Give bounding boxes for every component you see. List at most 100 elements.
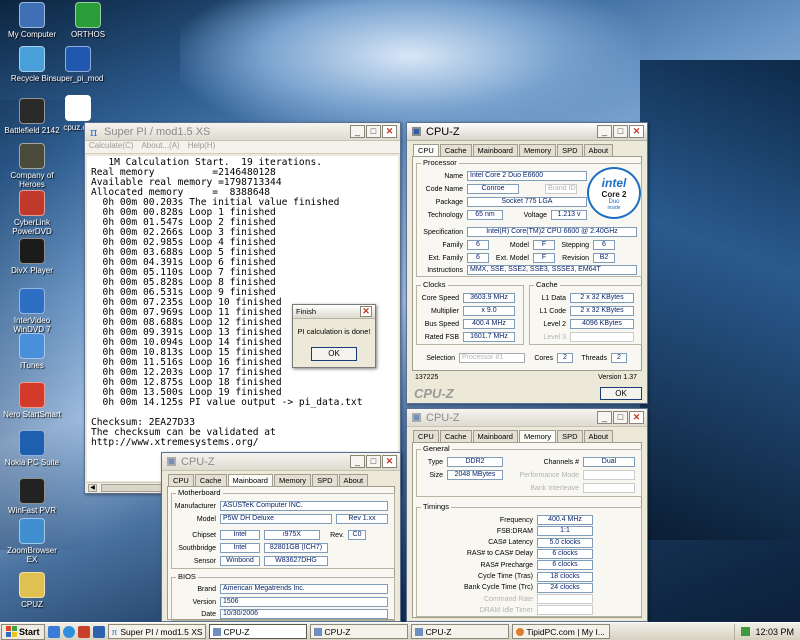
cpuz-memory-titlebar[interactable]: CPU-Z _ □ ✕: [407, 409, 647, 427]
minimize-button[interactable]: _: [350, 455, 365, 468]
specification-label: Specification: [423, 228, 463, 236]
tab-memory[interactable]: Memory: [518, 430, 557, 442]
bios-brand-label: Brand: [197, 585, 216, 593]
close-button[interactable]: ✕: [629, 411, 644, 424]
task-cpuz-1[interactable]: CPU-Z: [208, 624, 307, 639]
tab-memory[interactable]: Memory: [273, 474, 312, 486]
cpuz-cpu-titlebar[interactable]: CPU-Z _ □ ✕: [407, 123, 647, 141]
tab-about[interactable]: About: [583, 144, 614, 156]
close-button[interactable]: ✕: [382, 455, 397, 468]
messenger-icon[interactable]: [92, 625, 105, 638]
ie-icon[interactable]: [62, 625, 75, 638]
cpuz-cpu-window[interactable]: CPU-Z _ □ ✕ CPU Cache Mainboard Memory S…: [406, 122, 648, 404]
scroll-left-arrow-icon[interactable]: ◀: [88, 484, 97, 492]
model-value: F: [533, 240, 555, 250]
menu-help[interactable]: Help(H): [188, 141, 216, 153]
minimize-button[interactable]: _: [350, 125, 365, 138]
selection-dropdown[interactable]: Processor #1: [459, 353, 525, 363]
desktop-icon[interactable]: CyberLink PowerDVD: [2, 190, 62, 236]
show-desktop-icon[interactable]: [47, 625, 60, 638]
desktop-icon-label: WinFast PVR: [7, 506, 56, 515]
finish-titlebar[interactable]: Finish ✕: [293, 305, 375, 319]
cpuz-mainboard-tabs: CPU Cache Mainboard Memory SPD About: [162, 471, 400, 486]
timing-row: Command Rate: [417, 594, 593, 605]
desktop-icon-label: CyberLink PowerDVD: [12, 218, 52, 236]
tab-spd[interactable]: SPD: [312, 474, 338, 486]
maximize-button[interactable]: □: [366, 125, 381, 138]
tab-about[interactable]: About: [583, 430, 614, 442]
desktop-icon[interactable]: DivX Player: [2, 238, 62, 275]
desktop-icon[interactable]: Company of Heroes: [2, 143, 62, 189]
tab-cpu[interactable]: CPU: [168, 474, 194, 486]
tab-about[interactable]: About: [338, 474, 369, 486]
system-tray: 12:03 PM: [734, 623, 800, 640]
tab-mainboard[interactable]: Mainboard: [472, 430, 518, 442]
menu-about[interactable]: About...(A): [141, 141, 179, 153]
tab-cache[interactable]: Cache: [439, 430, 472, 442]
clock[interactable]: 12:03 PM: [755, 627, 794, 637]
cpuz-memory-window[interactable]: CPU-Z _ □ ✕ CPU Cache Mainboard Memory S…: [406, 408, 648, 622]
task-superpi[interactable]: π Super PI / mod1.5 XS: [107, 624, 206, 639]
extfamily-value: 6: [467, 253, 489, 263]
finish-ok-button[interactable]: OK: [311, 347, 357, 361]
task-cpuz-3[interactable]: CPU-Z: [410, 624, 509, 639]
voltage-label: Voltage: [523, 211, 547, 219]
tab-mainboard[interactable]: Mainboard: [472, 144, 518, 156]
taskbar: Start π Super PI / mod1.5 XS CPU-Z CPU-Z …: [0, 622, 800, 640]
level3-value: [570, 332, 634, 342]
desktop-icon[interactable]: Nero StartSmart: [2, 382, 62, 419]
revision-label: Revision: [562, 254, 589, 262]
tab-spd[interactable]: SPD: [557, 430, 583, 442]
brandid-label: Brand ID: [545, 184, 577, 194]
finish-close-button[interactable]: ✕: [360, 306, 372, 317]
bios-group-label: BIOS: [176, 572, 198, 581]
task-cpuz-2[interactable]: CPU-Z: [309, 624, 408, 639]
minimize-button[interactable]: _: [597, 411, 612, 424]
desktop-icon[interactable]: ORTHOS: [58, 2, 118, 39]
cpuz-mainboard-window[interactable]: CPU-Z _ □ ✕ CPU Cache Mainboard Memory S…: [161, 452, 401, 622]
finish-dialog[interactable]: Finish ✕ PI calculation is done! OK: [292, 304, 376, 368]
desktop-icon-image: [19, 478, 45, 504]
task-browser[interactable]: TipidPC.com | My I...: [511, 624, 610, 639]
cpuz-ok-button[interactable]: OK: [600, 387, 642, 400]
maximize-button[interactable]: □: [613, 411, 628, 424]
menu-calculate[interactable]: Calculate(C): [89, 141, 133, 153]
selection-label: Selection: [426, 354, 455, 362]
timing-label: CAS# Latency: [488, 539, 533, 547]
cpuz-app-icon: [410, 412, 422, 424]
desktop-icon[interactable]: WinFast PVR: [2, 478, 62, 515]
tab-spd[interactable]: SPD: [557, 144, 583, 156]
cpuz-mainboard-titlebar[interactable]: CPU-Z _ □ ✕: [162, 453, 400, 471]
intel-core2-logo: intel Core 2 Duo inside: [587, 167, 641, 219]
tab-cache[interactable]: Cache: [439, 144, 472, 156]
superpi-titlebar[interactable]: π Super PI / mod1.5 XS _ □ ✕: [85, 123, 400, 141]
size-value: 2048 MBytes: [447, 470, 503, 480]
bankinterleave-value: [583, 483, 635, 493]
desktop-icon[interactable]: ZoomBrowser EX: [2, 518, 62, 564]
media-icon[interactable]: [77, 625, 90, 638]
tab-mainboard[interactable]: Mainboard: [227, 474, 273, 486]
tab-memory[interactable]: Memory: [518, 144, 557, 156]
desktop-icon[interactable]: CPUZ: [2, 572, 62, 609]
desktop-icon[interactable]: Nokia PC Suite: [2, 430, 62, 467]
close-button[interactable]: ✕: [629, 125, 644, 138]
tab-cpu[interactable]: CPU: [413, 430, 439, 442]
desktop-icon[interactable]: InterVideo WinDVD 7: [2, 288, 62, 334]
desktop-icon-image: [19, 572, 45, 598]
tab-cache[interactable]: Cache: [194, 474, 227, 486]
instructions-label: Instructions: [427, 266, 463, 274]
desktop-icon[interactable]: iTunes: [2, 333, 62, 370]
tab-cpu[interactable]: CPU: [413, 144, 439, 156]
maximize-button[interactable]: □: [366, 455, 381, 468]
timing-value: 24 clocks: [537, 582, 593, 593]
southbridge-label: Southbridge: [178, 544, 216, 552]
close-button[interactable]: ✕: [382, 125, 397, 138]
network-icon[interactable]: [741, 627, 751, 636]
minimize-button[interactable]: _: [597, 125, 612, 138]
desktop-icon[interactable]: super_pi_mod: [48, 46, 108, 83]
start-button[interactable]: Start: [1, 623, 45, 640]
desktop-icon[interactable]: My Computer: [2, 2, 62, 39]
task-label: Super PI / mod1.5 XS: [120, 626, 203, 637]
timing-label: DRAM Idle Timer: [479, 606, 533, 614]
maximize-button[interactable]: □: [613, 125, 628, 138]
